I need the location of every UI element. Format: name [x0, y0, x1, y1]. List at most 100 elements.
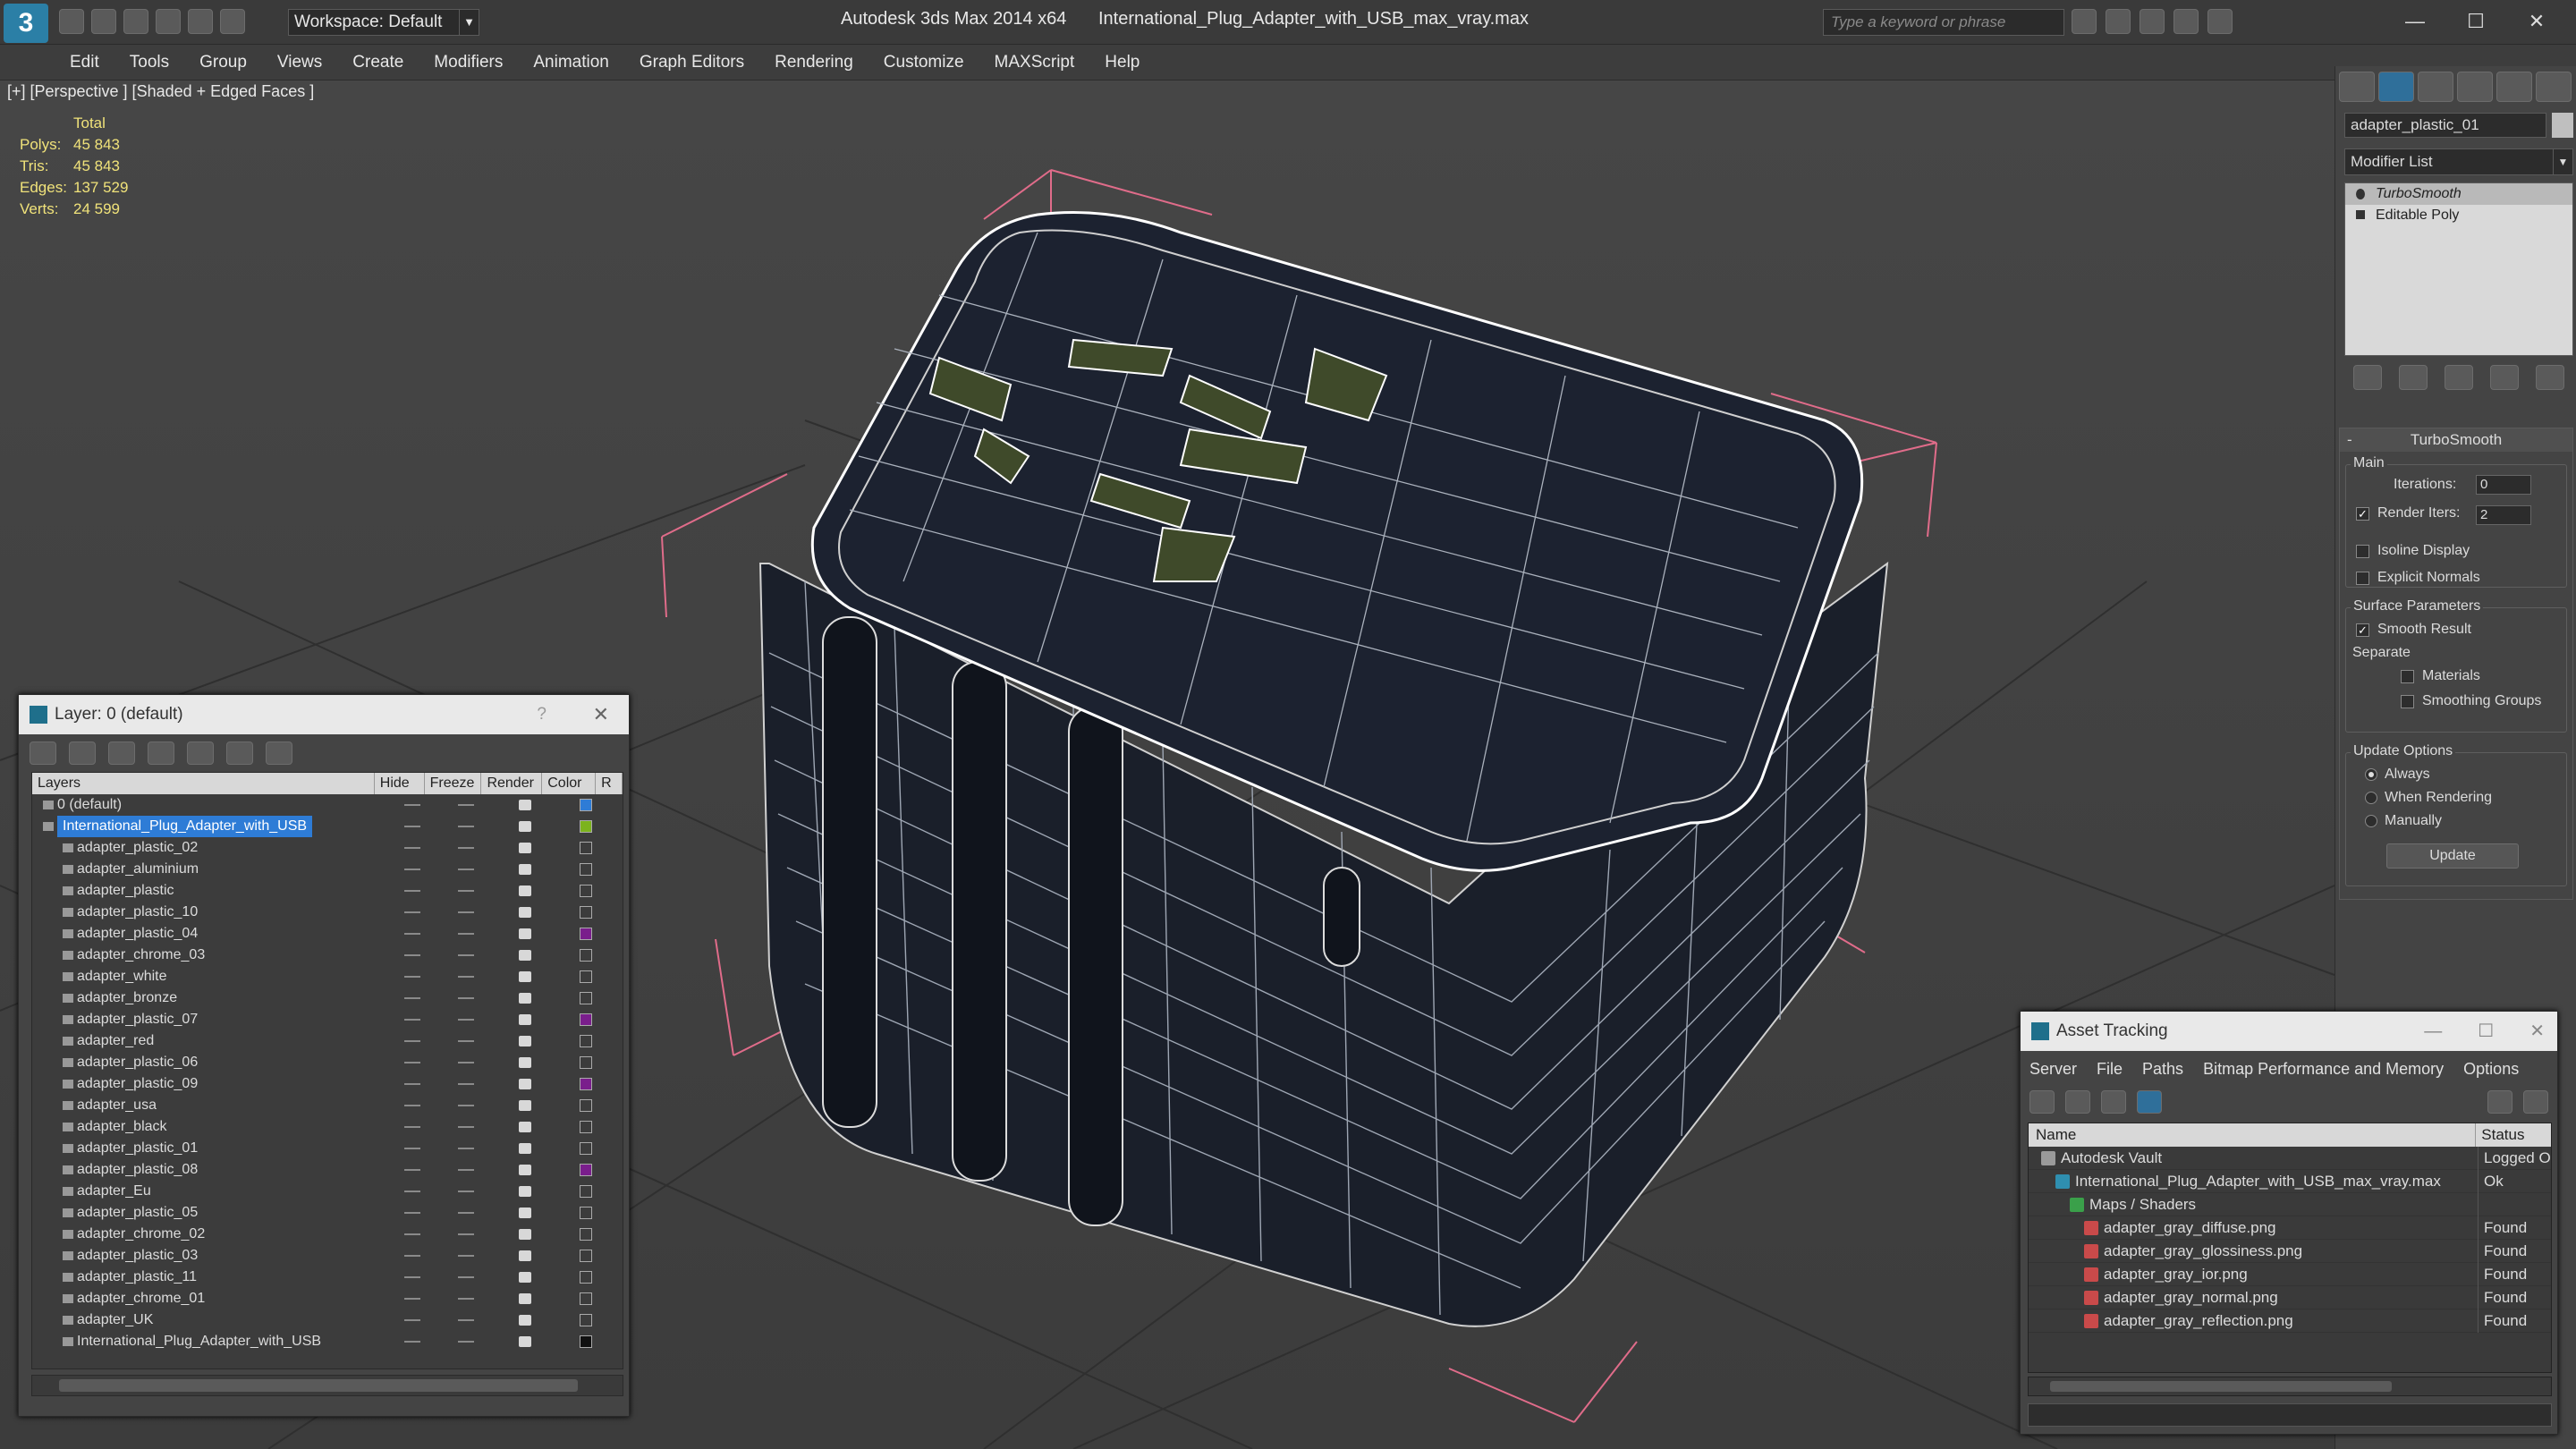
layer-name[interactable]: International_Plug_Adapter_with_USB [57, 816, 313, 837]
menu-views[interactable]: Views [277, 53, 322, 72]
asset-row[interactable]: Autodesk Vault Logged O [2029, 1147, 2551, 1170]
hide-toggle[interactable] [404, 847, 420, 849]
layer-window-titlebar[interactable]: Layer: 0 (default) ? ✕ [19, 695, 629, 734]
hide-toggle[interactable] [404, 1169, 420, 1171]
layer-name[interactable]: adapter_plastic_06 [77, 1052, 198, 1073]
smooth-result-checkbox[interactable]: ✓ [2356, 623, 2369, 637]
layer-name[interactable]: International_Plug_Adapter_with_USB [77, 1331, 321, 1352]
layer-row[interactable]: International_Plug_Adapter_with_USB [32, 1331, 623, 1352]
layer-name[interactable]: adapter_UK [77, 1309, 153, 1331]
freeze-toggle[interactable] [458, 954, 474, 956]
layer-name[interactable]: adapter_bronze [77, 987, 177, 1009]
delete-layer-icon[interactable] [69, 741, 96, 765]
layer-row[interactable]: adapter_plastic_04 [32, 923, 623, 945]
hide-toggle[interactable] [404, 1233, 420, 1235]
hide-toggle[interactable] [404, 1062, 420, 1063]
freeze-toggle[interactable] [458, 976, 474, 978]
hide-toggle[interactable] [404, 890, 420, 892]
freeze-toggle[interactable] [458, 997, 474, 999]
viewport-label[interactable]: [+] [Perspective ] [Shaded + Edged Faces… [7, 82, 314, 101]
hide-toggle[interactable] [404, 1019, 420, 1021]
layer-row[interactable]: adapter_plastic_03 [32, 1245, 623, 1267]
freeze-toggle[interactable] [458, 1019, 474, 1021]
asset-path-field[interactable] [2028, 1403, 2552, 1427]
open-file-icon[interactable] [91, 9, 116, 34]
asset-menu-paths[interactable]: Paths [2142, 1060, 2183, 1079]
highlight-layer-icon[interactable] [187, 741, 214, 765]
motion-tab-icon[interactable] [2457, 72, 2493, 102]
hide-toggle[interactable] [404, 1040, 420, 1042]
display-tab-icon[interactable] [2496, 72, 2532, 102]
layer-row[interactable]: adapter_red [32, 1030, 623, 1052]
col-freeze[interactable]: Freeze [425, 773, 482, 794]
project-folder-icon[interactable] [220, 9, 245, 34]
freeze-toggle[interactable] [458, 1341, 474, 1343]
hide-toggle[interactable] [404, 1298, 420, 1300]
menu-rendering[interactable]: Rendering [775, 53, 853, 72]
hide-toggle[interactable] [404, 1148, 420, 1149]
freeze-toggle[interactable] [458, 1298, 474, 1300]
freeze-toggle[interactable] [458, 1083, 474, 1085]
layer-row[interactable]: adapter_plastic_05 [32, 1202, 623, 1224]
hide-toggle[interactable] [404, 1255, 420, 1257]
layer-name[interactable]: adapter_black [77, 1116, 167, 1138]
freeze-toggle[interactable] [458, 847, 474, 849]
create-tab-icon[interactable] [2339, 72, 2375, 102]
select-objects-icon[interactable] [148, 741, 174, 765]
render-teapot-icon[interactable] [519, 1165, 531, 1175]
render-iters-spinner[interactable]: 2 [2476, 505, 2531, 525]
layer-color-swatch[interactable] [580, 1335, 592, 1348]
horizontal-scrollbar[interactable] [2028, 1377, 2552, 1396]
close-icon[interactable]: ✕ [2529, 1012, 2545, 1051]
col-name[interactable]: Name [2029, 1123, 2477, 1147]
layer-row[interactable]: adapter_chrome_01 [32, 1288, 623, 1309]
help-button[interactable]: ? [537, 695, 547, 734]
menu-modifiers[interactable]: Modifiers [434, 53, 503, 72]
freeze-toggle[interactable] [458, 1255, 474, 1257]
scroll-thumb[interactable] [2050, 1381, 2392, 1392]
layer-color-swatch[interactable] [580, 928, 592, 940]
freeze-toggle[interactable] [458, 1233, 474, 1235]
layer-name[interactable]: adapter_chrome_01 [77, 1288, 205, 1309]
maximize-icon[interactable]: ☐ [2445, 4, 2506, 39]
maximize-icon[interactable]: ☐ [2478, 1012, 2494, 1051]
render-teapot-icon[interactable] [519, 1057, 531, 1068]
layer-row[interactable]: adapter_plastic_08 [32, 1159, 623, 1181]
render-iters-checkbox[interactable]: ✓ [2356, 507, 2369, 521]
render-teapot-icon[interactable] [519, 971, 531, 982]
layer-row[interactable]: International_Plug_Adapter_with_USB [32, 816, 623, 837]
render-teapot-icon[interactable] [519, 1036, 531, 1046]
asset-menu-file[interactable]: File [2097, 1060, 2123, 1079]
settings-icon[interactable] [2523, 1090, 2548, 1114]
explicit-normals-checkbox[interactable] [2356, 572, 2369, 585]
layer-name[interactable]: adapter_plastic_01 [77, 1138, 198, 1159]
undo-icon[interactable] [156, 9, 181, 34]
layer-name[interactable]: adapter_white [77, 966, 167, 987]
col-render[interactable]: Render [481, 773, 543, 794]
layer-color-swatch[interactable] [580, 1078, 592, 1090]
asset-menu-bitmap[interactable]: Bitmap Performance and Memory [2203, 1060, 2444, 1079]
layer-color-swatch[interactable] [580, 1250, 592, 1262]
freeze-toggle[interactable] [458, 890, 474, 892]
pin-stack-icon[interactable] [2352, 365, 2382, 390]
hide-toggle[interactable] [404, 911, 420, 913]
show-end-result-icon[interactable] [2398, 365, 2428, 390]
key-icon[interactable] [2106, 9, 2131, 34]
col-status[interactable]: Status [2476, 1123, 2551, 1147]
exchange-icon[interactable] [2140, 9, 2165, 34]
asset-row[interactable]: adapter_gray_diffuse.png Found [2029, 1216, 2551, 1240]
freeze-toggle[interactable] [458, 1212, 474, 1214]
asset-row[interactable]: adapter_gray_reflection.png Found [2029, 1309, 2551, 1333]
stack-item-editable-poly[interactable]: Editable Poly [2345, 205, 2572, 226]
hide-toggle[interactable] [404, 976, 420, 978]
asset-row[interactable]: adapter_gray_glossiness.png Found [2029, 1240, 2551, 1263]
object-color-swatch[interactable] [2552, 113, 2573, 138]
render-teapot-icon[interactable] [519, 1250, 531, 1261]
freeze-toggle[interactable] [458, 1276, 474, 1278]
layer-color-swatch[interactable] [580, 949, 592, 962]
close-icon[interactable]: ✕ [593, 695, 609, 734]
hide-toggle[interactable] [404, 1126, 420, 1128]
hide-toggle[interactable] [404, 1191, 420, 1192]
render-teapot-icon[interactable] [519, 843, 531, 853]
table-view-icon[interactable] [2137, 1090, 2162, 1114]
